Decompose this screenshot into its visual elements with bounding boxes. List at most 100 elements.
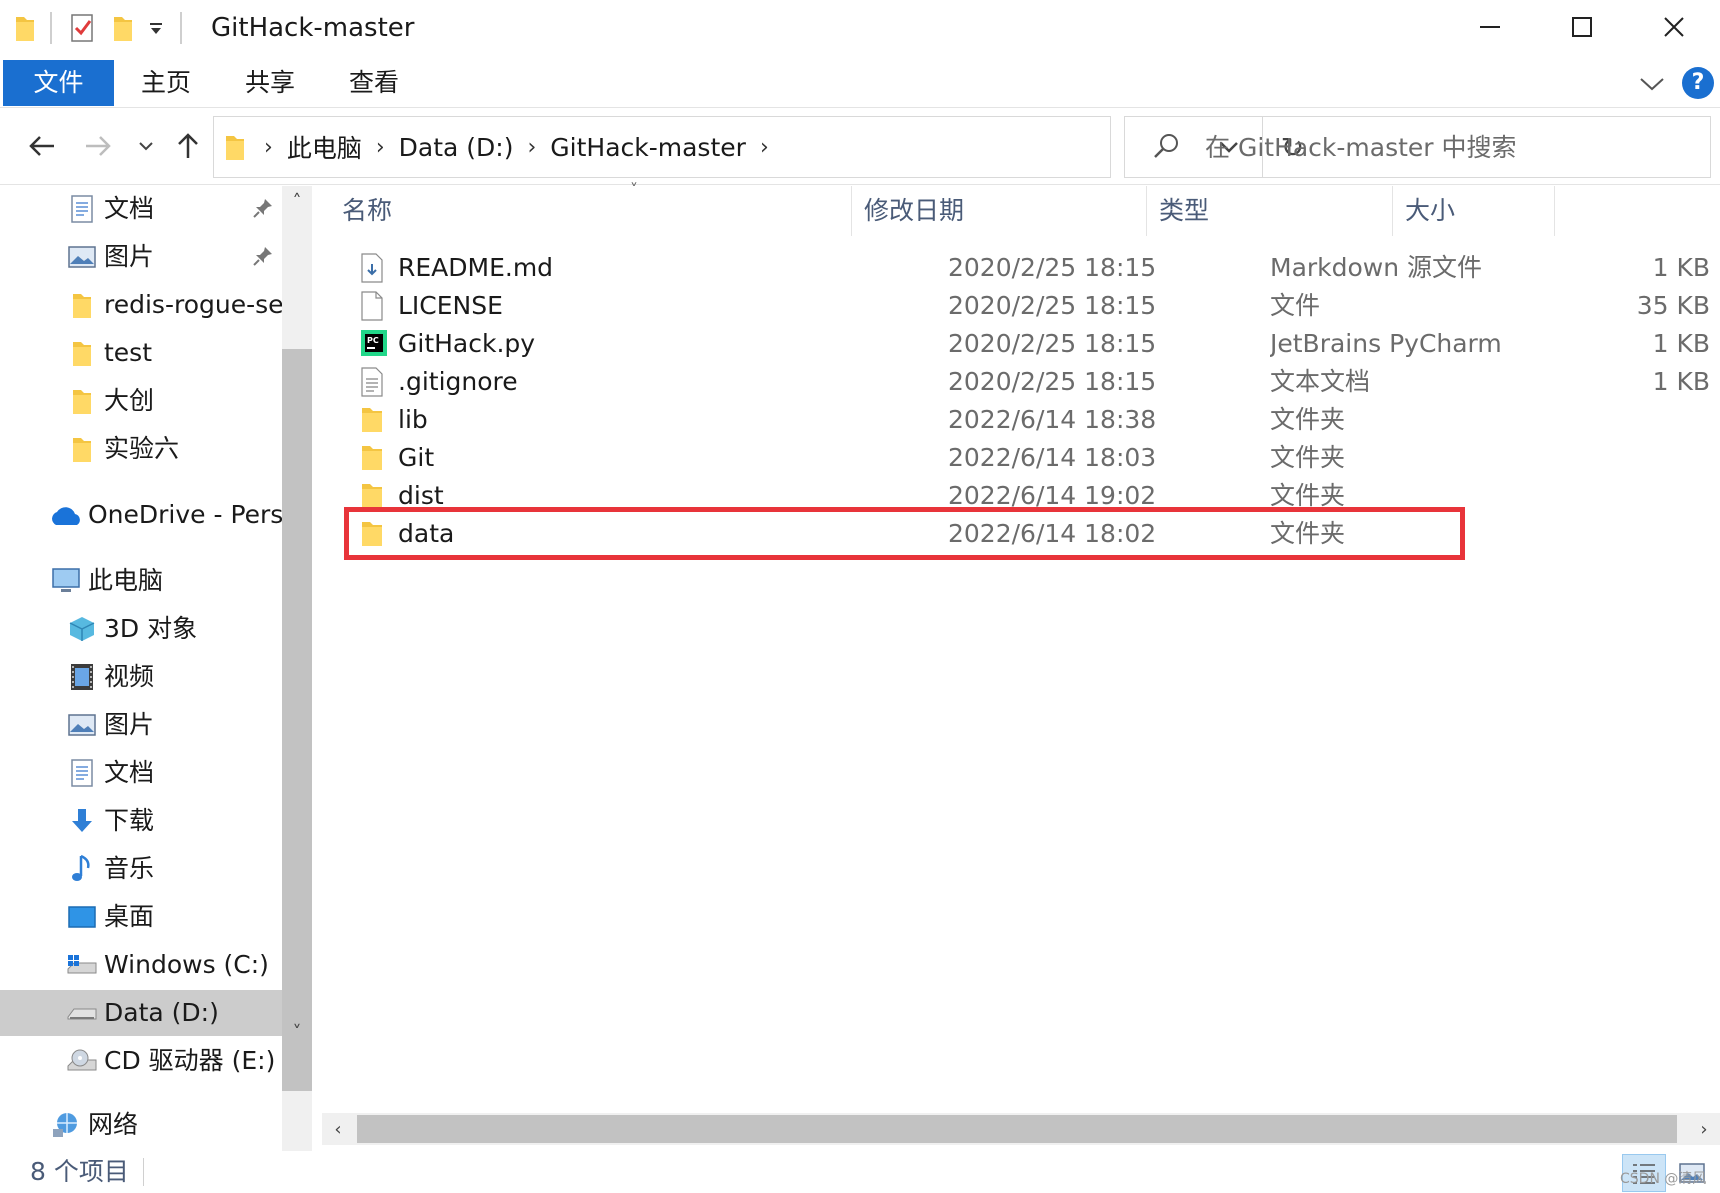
sidebar-item-label: test [104, 338, 153, 367]
expand-ribbon-button[interactable] [1636, 68, 1668, 100]
tab-share[interactable]: 共享 [228, 60, 312, 106]
status-bar: 8 个项目 [0, 1152, 1720, 1193]
markdown-file-icon [360, 253, 388, 283]
sidebar-item-desktop[interactable]: 桌面 [0, 894, 282, 940]
pin-icon[interactable] [252, 196, 276, 220]
network-icon [50, 1110, 82, 1140]
music-icon [66, 854, 98, 884]
breadcrumb-chevron-icon[interactable]: › [256, 135, 281, 160]
breadcrumb-data-drive[interactable]: Data (D:) [393, 133, 520, 162]
file-type: Markdown 源文件 [1270, 253, 1483, 282]
recent-locations-button[interactable] [134, 128, 158, 164]
sidebar-item-pictures-quick[interactable]: 图片 [0, 234, 282, 280]
file-row[interactable]: dist 2022/6/14 19:02 文件夹 [318, 475, 1720, 517]
file-name: LICENSE [398, 291, 503, 320]
address-bar[interactable]: › 此电脑 › Data (D:) › GitHack-master › ↻ [213, 116, 1304, 178]
file-list-horizontal-scrollbar[interactable]: ‹ › [322, 1113, 1720, 1145]
sidebar-item-redis-rogue-server[interactable]: redis-rogue-ser [0, 282, 282, 328]
column-header-type[interactable]: 类型 [1147, 186, 1392, 236]
tab-file[interactable]: 文件 [3, 60, 114, 106]
file-date: 2020/2/25 18:15 [948, 291, 1157, 320]
arrow-right-icon [86, 136, 111, 156]
scroll-down-icon[interactable]: ˅ [282, 1017, 312, 1047]
column-header-date[interactable]: 修改日期 [852, 186, 1142, 236]
forward-button[interactable] [80, 128, 116, 164]
picture-icon [66, 242, 98, 272]
file-row[interactable]: lib 2022/6/14 18:38 文件夹 [318, 399, 1720, 441]
this-pc-icon [50, 566, 82, 596]
sidebar-item-pictures[interactable]: 图片 [0, 702, 282, 748]
sidebar-item-documents[interactable]: 文档 [0, 750, 282, 796]
sidebar-item-this-pc[interactable]: 此电脑 [0, 558, 282, 604]
status-divider [143, 1158, 144, 1186]
watermark-text: CSDN @清风 [1620, 1171, 1707, 1187]
sidebar-item-documents-quick[interactable]: 文档 [0, 186, 282, 232]
folder-icon [360, 443, 388, 473]
sidebar-item-windows-c[interactable]: Windows (C:) [0, 942, 282, 988]
sidebar-item-test[interactable]: test [0, 330, 282, 376]
sidebar-item-dachuang[interactable]: 大创 [0, 378, 282, 424]
sidebar-item-label: 视频 [104, 662, 155, 691]
file-row[interactable]: .gitignore 2020/2/25 18:15 文本文档 1 KB [318, 361, 1720, 403]
scroll-left-icon[interactable]: ‹ [322, 1113, 354, 1145]
sidebar-item-3d-objects[interactable]: 3D 对象 [0, 606, 282, 652]
sidebar-item-network[interactable]: 网络 [0, 1102, 282, 1148]
close-icon [1664, 17, 1684, 37]
sidebar-item-videos[interactable]: 视频 [0, 654, 282, 700]
tab-view[interactable]: 查看 [332, 60, 416, 106]
sidebar-item-music[interactable]: 音乐 [0, 846, 282, 892]
file-row[interactable]: Git 2022/6/14 18:03 文件夹 [318, 437, 1720, 479]
sidebar-item-downloads[interactable]: 下载 [0, 798, 282, 844]
breadcrumb-this-pc[interactable]: 此电脑 [281, 129, 368, 165]
sidebar-item-data-d[interactable]: Data (D:) [0, 990, 282, 1036]
sidebar-item-experiment-six[interactable]: 实验六 [0, 426, 282, 472]
file-row[interactable]: README.md 2020/2/25 18:15 Markdown 源文件 1… [318, 247, 1720, 289]
sidebar-scrollbar[interactable]: ˄ ˅ [282, 186, 312, 1151]
file-date: 2022/6/14 18:03 [948, 443, 1157, 472]
horizontal-scrollbar-thumb[interactable] [357, 1115, 1677, 1143]
scroll-up-icon[interactable]: ˄ [282, 186, 312, 216]
minimize-button[interactable] [1444, 0, 1536, 54]
file-name: GitHack.py [398, 329, 536, 358]
new-folder-icon[interactable] [112, 10, 134, 46]
file-row[interactable]: PC GitHack.py 2020/2/25 18:15 JetBrains … [318, 323, 1720, 365]
customize-toolbar-dropdown-icon[interactable] [148, 10, 164, 46]
breadcrumb-chevron-icon[interactable]: › [368, 135, 393, 160]
column-header-name[interactable]: 名称 [330, 186, 850, 236]
sidebar-item-label: 3D 对象 [104, 614, 198, 643]
back-button[interactable] [24, 128, 60, 164]
sidebar-scrollbar-thumb[interactable] [282, 349, 312, 1091]
scroll-right-icon[interactable]: › [1688, 1113, 1720, 1145]
sidebar-item-onedrive[interactable]: OneDrive - Persc [0, 492, 282, 538]
breadcrumb-chevron-icon[interactable]: › [519, 135, 544, 160]
sidebar-item-cd-drive-e[interactable]: CD 驱动器 (E:) [0, 1038, 282, 1084]
column-divider[interactable] [1554, 186, 1555, 236]
toolbar-divider [180, 12, 182, 44]
item-count: 8 个项目 [30, 1157, 129, 1186]
column-header-size[interactable]: 大小 [1393, 186, 1553, 236]
cd-drive-icon [64, 1046, 100, 1076]
search-input[interactable] [1205, 127, 1695, 167]
folder-icon [214, 132, 256, 162]
file-name: README.md [398, 253, 554, 282]
properties-icon[interactable] [70, 10, 96, 46]
sidebar-item-label: Windows (C:) [104, 950, 269, 979]
file-date: 2022/6/14 18:02 [948, 519, 1157, 548]
maximize-button[interactable] [1536, 0, 1628, 54]
file-row[interactable]: LICENSE 2020/2/25 18:15 文件 35 KB [318, 285, 1720, 327]
document-icon [66, 758, 98, 788]
tab-home[interactable]: 主页 [124, 60, 208, 106]
search-box[interactable] [1124, 116, 1711, 178]
sidebar-item-label: redis-rogue-ser [104, 290, 282, 319]
close-button[interactable] [1628, 0, 1720, 54]
breadcrumb-chevron-icon[interactable]: › [752, 135, 777, 160]
onedrive-icon [48, 500, 84, 530]
breadcrumb-githack-master[interactable]: GitHack-master [544, 133, 752, 162]
file-row[interactable]: data 2022/6/14 18:02 文件夹 [318, 513, 1720, 555]
up-button[interactable] [172, 128, 204, 164]
file-size: 1 KB [1652, 367, 1710, 396]
pin-icon[interactable] [252, 244, 276, 268]
picture-icon [66, 710, 98, 740]
help-icon[interactable]: ? [1682, 67, 1714, 99]
toolbar-divider [50, 12, 52, 44]
